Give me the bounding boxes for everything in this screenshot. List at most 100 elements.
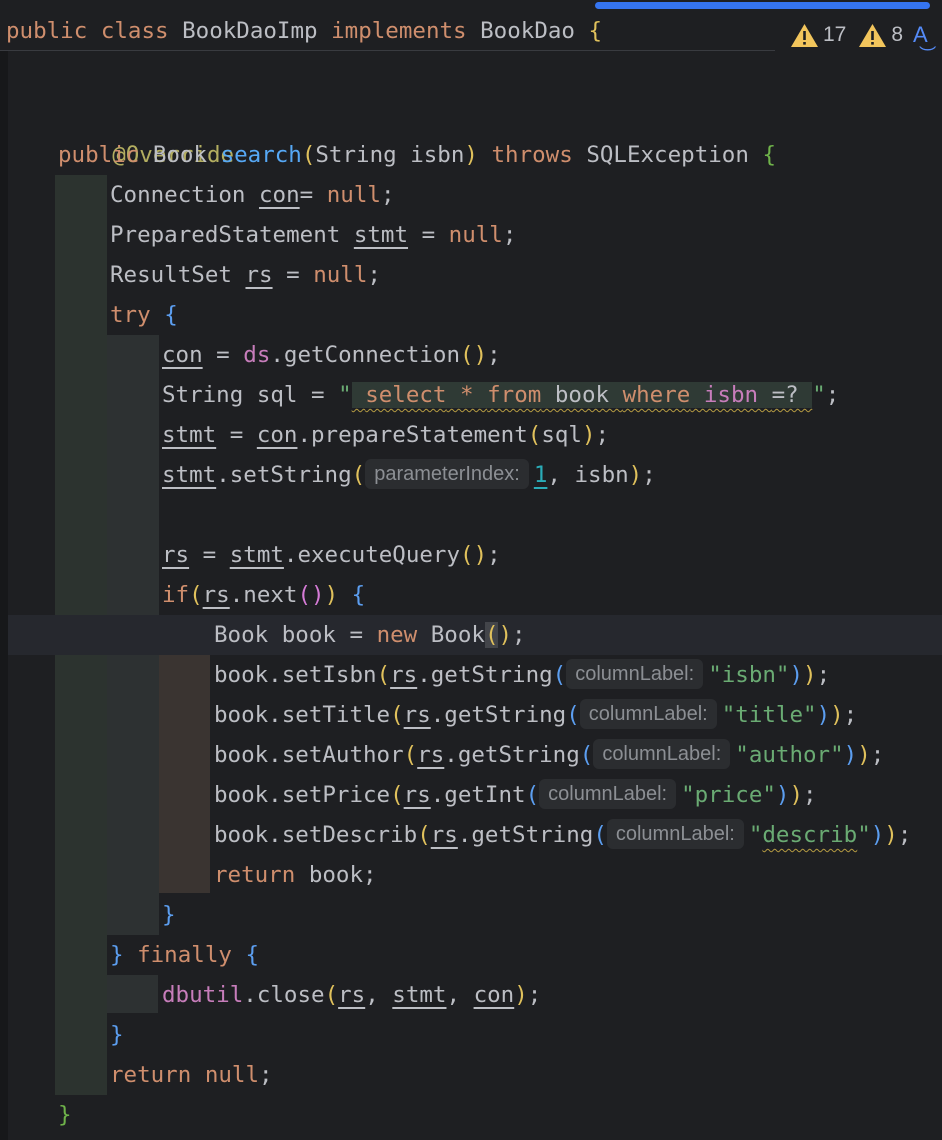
reader-mode-icon[interactable]: A͜ — [913, 22, 928, 48]
code-line[interactable]: String sql = " select * from book where … — [162, 375, 839, 415]
code-line[interactable]: dbutil.close(rs, stmt, con); — [162, 975, 541, 1015]
code-line[interactable]: PreparedStatement stmt = null; — [110, 215, 516, 255]
keyword: new — [376, 622, 418, 648]
variable: con — [473, 982, 515, 1008]
paren: ) — [498, 622, 513, 648]
gutter[interactable] — [0, 50, 8, 1140]
code-line-current[interactable]: Book book = new Book(); — [214, 615, 526, 655]
string-quote: " — [857, 822, 871, 848]
keyword: return — [214, 862, 296, 888]
parameter-hint: columnLabel: — [579, 699, 717, 729]
paren: ( — [566, 702, 580, 728]
code-line[interactable]: try { — [110, 295, 178, 335]
code-line[interactable]: if(rs.next()) { — [162, 575, 365, 615]
code-line[interactable]: return null; — [110, 1055, 273, 1095]
paren: ) — [775, 782, 790, 808]
paren: ( — [403, 742, 418, 768]
return-type: Book — [152, 142, 208, 168]
semicolon: ; — [367, 262, 381, 288]
warnings-count: 17 — [823, 23, 847, 46]
type: Book — [417, 622, 485, 648]
code-line[interactable]: @Override — [58, 95, 234, 168]
code-line[interactable]: book.setIsbn(rs.getString(columnLabel: "i… — [214, 655, 830, 695]
declaration: Book book = — [214, 622, 377, 648]
paren: ( — [417, 822, 431, 848]
semicolon: ; — [527, 982, 542, 1008]
keyword: null — [326, 182, 381, 208]
keyword: implements — [331, 18, 467, 44]
variable: rs — [390, 662, 418, 688]
paren: ( — [189, 582, 203, 608]
semicolon: ; — [487, 342, 501, 368]
weak-warnings-count: 8 — [891, 23, 904, 46]
code-line[interactable]: } — [58, 1095, 72, 1135]
paren: ( — [579, 742, 594, 768]
semicolon: ; — [502, 222, 517, 248]
paren: ) — [884, 822, 898, 848]
horizontal-scrollbar-thumb[interactable] — [595, 2, 930, 9]
code-line[interactable]: ResultSet rs = null; — [110, 255, 381, 295]
variable: rs — [202, 582, 230, 608]
sql-operator: * — [446, 382, 488, 408]
code-line[interactable]: public Book search(String isbn) throws S… — [58, 135, 776, 175]
type: Connection — [110, 182, 246, 208]
paren: ) — [324, 582, 339, 608]
code-line[interactable]: book.setAuthor(rs.getString(columnLabel:… — [214, 735, 884, 775]
code-line[interactable]: stmt = con.prepareStatement(sql); — [162, 415, 609, 455]
sticky-class-declaration[interactable]: public class BookDaoImp implements BookD… — [6, 11, 602, 51]
operator: = — [408, 222, 449, 248]
paren: ) — [464, 142, 478, 168]
brace: } — [110, 942, 124, 968]
code-line[interactable]: rs = stmt.executeQuery(); — [162, 535, 501, 575]
keyword: try — [110, 302, 151, 328]
code-line[interactable]: con = ds.getConnection(); — [162, 335, 501, 375]
brace: } — [110, 1022, 124, 1048]
brace: { — [245, 942, 260, 968]
warning-icon — [790, 23, 819, 48]
parens: () — [297, 582, 325, 608]
method-call: book.setDescrib — [214, 822, 418, 848]
paren: ( — [324, 982, 339, 1008]
params: String isbn — [315, 142, 465, 168]
code-line[interactable]: } — [162, 895, 176, 935]
paren: ( — [525, 782, 540, 808]
brace: { — [762, 142, 776, 168]
code-line[interactable]: book.setPrice(rs.getInt(columnLabel: "pri… — [214, 775, 817, 815]
code-line[interactable]: stmt.setString(parameterIndex: 1, isbn); — [162, 455, 656, 495]
string-literal: "author" — [735, 742, 844, 768]
code-line[interactable]: } finally { — [110, 935, 259, 975]
variable: stmt — [392, 982, 447, 1008]
keyword: class — [100, 18, 169, 44]
paren: ( — [390, 702, 404, 728]
paren: ) — [803, 662, 817, 688]
operator: = — [189, 542, 230, 568]
code-line[interactable]: book.setDescrib(rs.getString(columnLabel… — [214, 815, 911, 855]
code-line[interactable]: } — [110, 1015, 124, 1055]
code-line[interactable]: Connection con= null; — [110, 175, 394, 215]
type: PreparedStatement — [110, 222, 341, 248]
method-call: .getConnection — [270, 342, 461, 368]
inspection-widget[interactable]: 17 8 A͜ — [790, 18, 928, 52]
semicolon: ; — [512, 622, 526, 648]
argument: , isbn — [547, 462, 629, 488]
method-call: book.setTitle — [214, 702, 391, 728]
variable: rs — [430, 822, 458, 848]
method-call: .setString — [216, 462, 352, 488]
code-line[interactable]: book.setTitle(rs.getString(columnLabel: "… — [214, 695, 857, 735]
paren: ) — [581, 422, 596, 448]
variable: stmt — [162, 422, 217, 448]
code-line[interactable]: return book; — [214, 855, 377, 895]
code-editor[interactable]: @Override public Book search(String isbn… — [0, 0, 942, 1140]
scope-highlight-if — [159, 615, 210, 893]
number-literal: 1 — [533, 462, 548, 488]
method-call: .close — [243, 982, 325, 1008]
class-name: BookDaoImp — [182, 18, 318, 44]
paren: ) — [816, 702, 831, 728]
variable: stmt — [229, 542, 284, 568]
